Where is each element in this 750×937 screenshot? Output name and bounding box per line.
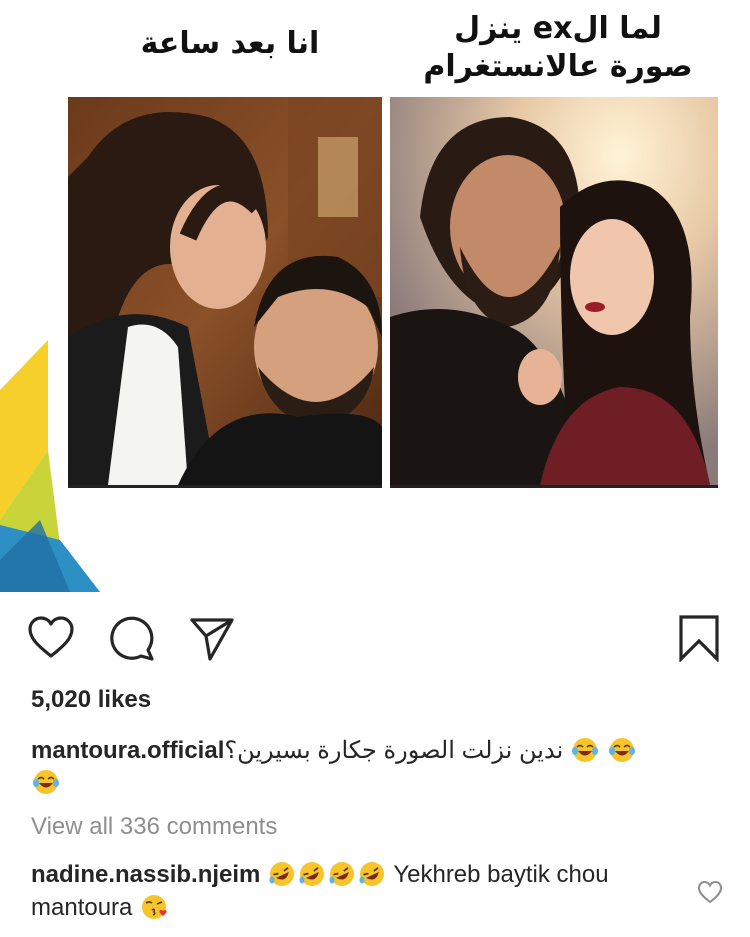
- meme-caption-right-line1: لما الex ينزل: [454, 11, 662, 46]
- rofl-emoji-icon: [359, 862, 385, 886]
- post-image[interactable]: انا بعد ساعة لما الex ينزل صورة عالانستغ…: [0, 0, 750, 592]
- blowing-kiss-emoji-icon: [142, 895, 167, 919]
- meme-caption-right-line2: صورة عالانستغرام: [423, 49, 693, 84]
- rofl-emoji-icon: [329, 862, 355, 886]
- caption-text: ندين نزلت الصورة جكارة بسيرين؟: [224, 737, 564, 764]
- bookmark-icon: [679, 615, 719, 663]
- comment-button[interactable]: [108, 614, 156, 662]
- save-button[interactable]: [675, 614, 723, 663]
- tears-of-joy-emoji-icon: [33, 770, 59, 794]
- comment-row: nadine.nassib.njeim Yekhreb baytik chou …: [31, 858, 671, 924]
- romantic-poster-photo: [390, 97, 718, 488]
- like-button[interactable]: [27, 614, 75, 662]
- comment-like-button[interactable]: [697, 880, 723, 904]
- tears-of-joy-emoji-icon: [608, 738, 635, 762]
- rofl-emoji-icon: [269, 862, 295, 886]
- comment-username[interactable]: nadine.nassib.njeim: [31, 861, 260, 888]
- heart-outline-icon: [28, 616, 74, 658]
- tears-of-joy-emoji-icon: [571, 738, 598, 762]
- likes-count[interactable]: 5,020 likes: [31, 686, 151, 714]
- couple-selfie-photo: [68, 97, 382, 488]
- post-caption: mantoura.officialندين نزلت الصورة جكارة …: [31, 735, 721, 799]
- heart-outline-icon: [697, 880, 723, 904]
- caption-username[interactable]: mantoura.official: [31, 737, 224, 764]
- rofl-emoji-icon: [299, 862, 325, 886]
- action-bar: [0, 600, 750, 670]
- speech-bubble-icon: [110, 616, 154, 661]
- share-button[interactable]: [188, 614, 236, 662]
- paper-plane-icon: [190, 618, 234, 661]
- view-all-comments-link[interactable]: View all 336 comments: [31, 813, 277, 841]
- meme-caption-right: لما الex ينزل صورة عالانستغرام: [398, 10, 718, 86]
- meme-caption-left: انا بعد ساعة: [140, 26, 320, 61]
